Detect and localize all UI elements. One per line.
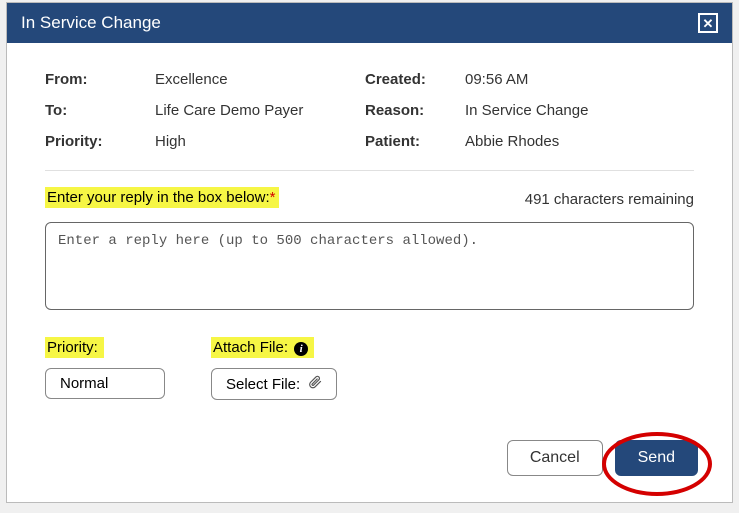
from-value: Excellence <box>155 71 355 88</box>
paperclip-icon <box>308 375 322 393</box>
select-file-label: Select File: <box>226 376 300 393</box>
cancel-button[interactable]: Cancel <box>507 440 603 476</box>
reason-label: Reason: <box>365 102 455 119</box>
to-value: Life Care Demo Payer <box>155 102 355 119</box>
info-grid: From: Excellence Created: 09:56 AM To: L… <box>45 71 694 170</box>
attach-control-label-text: Attach File: <box>213 339 288 356</box>
attach-control-label: Attach File: i <box>211 337 314 358</box>
patient-label: Patient: <box>365 133 455 150</box>
dialog-footer: Cancel Send <box>7 420 732 502</box>
reply-prompt: Enter your reply in the box below:* <box>45 187 279 208</box>
info-icon[interactable]: i <box>294 342 308 356</box>
reply-header-row: Enter your reply in the box below:* 491 … <box>45 187 694 208</box>
created-label: Created: <box>365 71 455 88</box>
priority-value: High <box>155 133 355 150</box>
priority-control-group: Priority: Normal <box>45 337 165 399</box>
patient-value: Abbie Rhodes <box>465 133 694 150</box>
divider <box>45 170 694 171</box>
priority-select-value: Normal <box>60 375 108 392</box>
close-icon[interactable]: ✕ <box>698 13 718 33</box>
to-label: To: <box>45 102 145 119</box>
attach-control-group: Attach File: i Select File: <box>211 337 337 400</box>
controls-row: Priority: Normal Attach File: i Select F… <box>45 337 694 400</box>
reply-prompt-text: Enter your reply in the box below: <box>47 189 270 206</box>
reply-textarea[interactable] <box>45 222 694 310</box>
priority-label: Priority: <box>45 133 145 150</box>
from-label: From: <box>45 71 145 88</box>
characters-remaining: 491 characters remaining <box>525 191 694 208</box>
dialog-header: In Service Change ✕ <box>7 3 732 43</box>
dialog-title: In Service Change <box>21 13 161 33</box>
send-button[interactable]: Send <box>615 440 698 476</box>
priority-select[interactable]: Normal <box>45 368 165 399</box>
priority-control-label: Priority: <box>45 337 104 358</box>
dialog-body: From: Excellence Created: 09:56 AM To: L… <box>7 43 732 420</box>
required-marker: * <box>270 189 276 206</box>
created-value: 09:56 AM <box>465 71 694 88</box>
reason-value: In Service Change <box>465 102 694 119</box>
in-service-change-dialog: In Service Change ✕ From: Excellence Cre… <box>6 2 733 503</box>
select-file-button[interactable]: Select File: <box>211 368 337 400</box>
